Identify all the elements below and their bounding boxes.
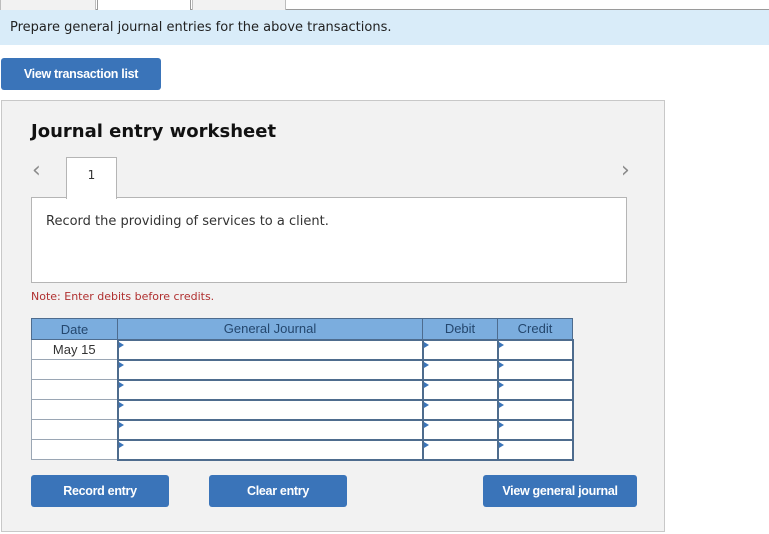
date-cell <box>31 399 118 420</box>
account-cell[interactable] <box>116 398 424 421</box>
journal-header-row: Date General Journal Debit Credit <box>31 318 573 340</box>
credit-input[interactable] <box>498 420 572 439</box>
debit-input[interactable] <box>423 380 497 399</box>
account-input[interactable] <box>118 360 422 379</box>
top-tab-strip <box>0 0 769 11</box>
chevron-right-icon[interactable]: › <box>621 160 630 182</box>
debit-cell[interactable] <box>421 358 499 381</box>
date-cell: May 15 <box>31 339 118 360</box>
account-cell[interactable] <box>116 438 424 461</box>
debit-cell[interactable] <box>421 418 499 441</box>
step-tab-1[interactable]: 1 <box>66 157 117 199</box>
credit-cell[interactable] <box>496 398 574 421</box>
credit-input[interactable] <box>498 440 572 459</box>
header-credit: Credit <box>497 318 573 340</box>
debit-input[interactable] <box>423 400 497 419</box>
credit-input[interactable] <box>498 380 572 399</box>
debit-cell[interactable] <box>421 398 499 421</box>
header-debit: Debit <box>422 318 498 340</box>
date-cell <box>31 439 118 460</box>
date-cell <box>31 359 118 380</box>
debit-input[interactable] <box>423 420 497 439</box>
table-row <box>31 418 574 441</box>
debit-cell[interactable] <box>421 378 499 401</box>
clear-entry-button[interactable]: Clear entry <box>209 475 347 507</box>
table-row <box>31 398 574 421</box>
note-text: Note: Enter debits before credits. <box>31 290 215 303</box>
instruction-bar: Prepare general journal entries for the … <box>0 10 769 45</box>
account-input[interactable] <box>118 380 422 399</box>
header-date: Date <box>31 318 118 340</box>
credit-input[interactable] <box>498 360 572 379</box>
view-general-journal-button[interactable]: View general journal <box>483 475 637 507</box>
view-transaction-list-button[interactable]: View transaction list <box>1 58 161 90</box>
credit-input[interactable] <box>498 400 572 419</box>
table-row: May 15 <box>31 338 574 361</box>
description-text: Record the providing of services to a cl… <box>46 214 329 229</box>
account-cell[interactable] <box>116 338 424 361</box>
journal-table: Date General Journal Debit Credit May 15 <box>31 318 574 461</box>
header-general-journal: General Journal <box>117 318 423 340</box>
credit-cell[interactable] <box>496 378 574 401</box>
chevron-left-icon[interactable]: ‹ <box>32 160 41 182</box>
credit-cell[interactable] <box>496 438 574 461</box>
table-row <box>31 358 574 381</box>
top-tab[interactable] <box>0 0 96 10</box>
worksheet-title: Journal entry worksheet <box>31 121 277 142</box>
account-cell[interactable] <box>116 358 424 381</box>
date-cell <box>31 379 118 400</box>
account-input[interactable] <box>118 400 422 419</box>
credit-cell[interactable] <box>496 418 574 441</box>
credit-cell[interactable] <box>496 338 574 361</box>
debit-input[interactable] <box>423 440 497 459</box>
debit-input[interactable] <box>423 360 497 379</box>
table-row <box>31 438 574 461</box>
credit-cell[interactable] <box>496 358 574 381</box>
journal-entry-worksheet-panel: Journal entry worksheet ‹ › 1 Record the… <box>1 100 665 532</box>
account-input[interactable] <box>118 420 422 439</box>
top-tab[interactable] <box>192 0 286 10</box>
account-cell[interactable] <box>116 418 424 441</box>
account-input[interactable] <box>118 340 422 359</box>
transaction-description: Record the providing of services to a cl… <box>31 197 627 283</box>
table-row <box>31 378 574 401</box>
debit-cell[interactable] <box>421 338 499 361</box>
credit-input[interactable] <box>498 340 572 359</box>
debit-cell[interactable] <box>421 438 499 461</box>
account-input[interactable] <box>118 440 422 459</box>
account-cell[interactable] <box>116 378 424 401</box>
record-entry-button[interactable]: Record entry <box>31 475 169 507</box>
date-cell <box>31 419 118 440</box>
debit-input[interactable] <box>423 340 497 359</box>
